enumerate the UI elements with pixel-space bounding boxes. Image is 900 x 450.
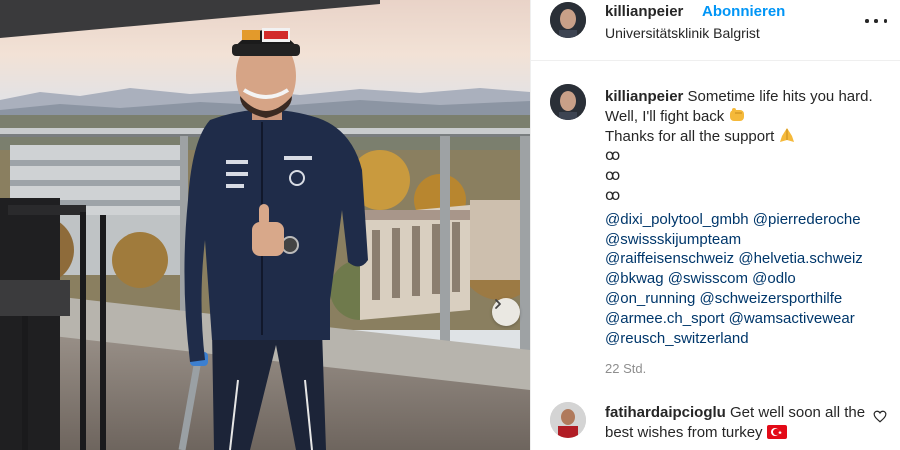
mention-line[interactable]: @on_running @schweizersporthilfe: [605, 289, 885, 309]
caption-second-line: Thanks for all the support: [605, 127, 885, 147]
caption-avatar[interactable]: [550, 84, 586, 120]
chevron-right-icon: [495, 299, 501, 309]
mention-line[interactable]: @swissskijumpteam: [605, 230, 885, 250]
more-horizontal-icon: [883, 19, 887, 23]
caption-username[interactable]: killianpeier: [605, 88, 683, 105]
post-side-panel: killianpeier • Abonnieren Universitätskl…: [530, 0, 900, 450]
avatar[interactable]: [550, 2, 586, 38]
mention-line[interactable]: @dixi_polytool_gmbh @pierrederoche: [605, 210, 885, 230]
caption-thanks-text: Thanks for all the support: [605, 127, 775, 145]
post-timestamp[interactable]: 22 Std.: [605, 361, 646, 376]
heart-icon: [873, 410, 887, 423]
comment-avatar[interactable]: [550, 402, 586, 438]
next-photo-button[interactable]: [492, 298, 520, 326]
comment: fatihardaipcioglu Get well soon all the …: [605, 403, 875, 443]
more-horizontal-icon: [874, 19, 878, 23]
comment-username[interactable]: fatihardaipcioglu: [605, 404, 726, 421]
more-horizontal-icon: [865, 19, 869, 23]
post-caption: killianpeier Sometime life hits you hard…: [605, 87, 885, 348]
follow-button[interactable]: Abonnieren: [702, 3, 785, 20]
turkey-flag-emoji: [766, 425, 787, 439]
mention-line[interactable]: @reusch_switzerland: [605, 329, 885, 349]
photo-scene: [0, 0, 530, 450]
caption-symbol-line: ꝏ: [605, 186, 621, 204]
mention-line[interactable]: @raiffeisenschweiz @helvetia.schweiz: [605, 249, 885, 269]
post-header: killianpeier • Abonnieren Universitätskl…: [531, 0, 900, 61]
profile-picture: [550, 402, 586, 438]
folded-hands-emoji: [780, 127, 795, 142]
post-location[interactable]: Universitätsklinik Balgrist: [605, 25, 760, 41]
caption-first-line: killianpeier Sometime life hits you hard…: [605, 87, 885, 127]
profile-picture: [550, 84, 586, 120]
post-photo: [0, 0, 530, 450]
fist-bump-emoji: [730, 107, 745, 121]
mention-line[interactable]: @armee.ch_sport @wamsactivewear: [605, 309, 885, 329]
like-comment-button[interactable]: [873, 410, 887, 428]
more-options-button[interactable]: [865, 14, 887, 28]
caption-symbol-line: ꝏ: [605, 167, 621, 185]
post-author-username[interactable]: killianpeier: [605, 3, 683, 20]
caption-symbol-line: ꝏ: [605, 147, 621, 165]
mention-line[interactable]: @bkwag @swisscom @odlo: [605, 269, 885, 289]
profile-picture: [550, 2, 586, 38]
